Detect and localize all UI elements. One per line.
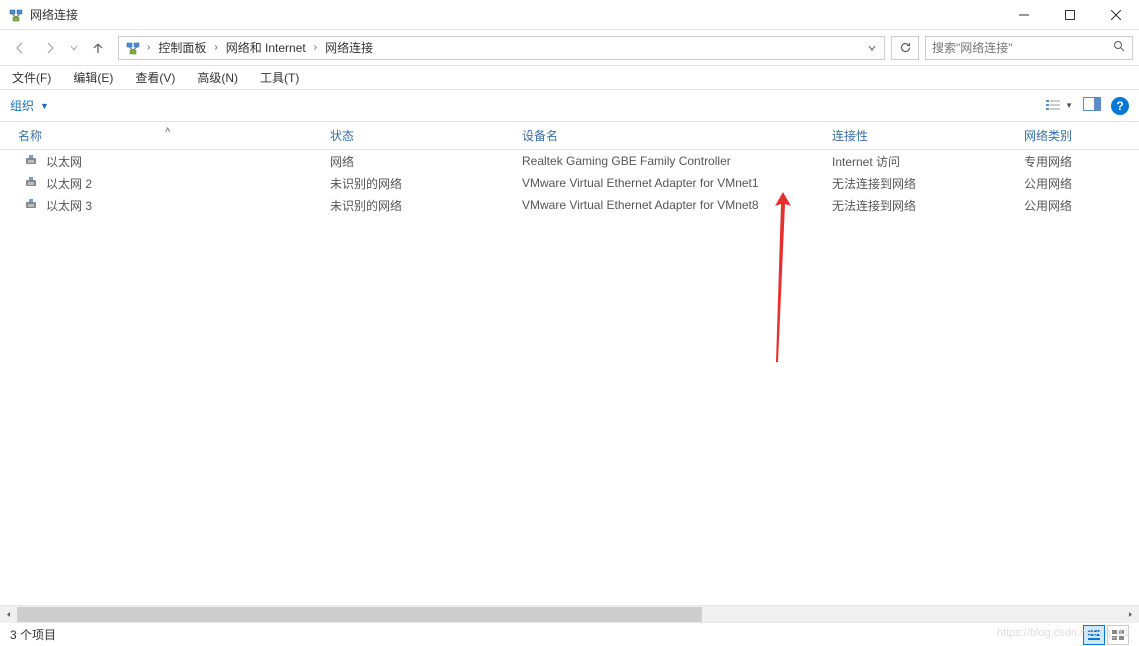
ethernet-icon (24, 154, 38, 168)
search-box[interactable] (925, 36, 1133, 60)
details-view-icon (1088, 630, 1100, 640)
scrollbar-track[interactable] (17, 606, 1122, 623)
preview-pane-icon (1083, 97, 1101, 111)
navigation-bar: › 控制面板 › 网络和 Internet › 网络连接 (0, 30, 1139, 66)
list-item[interactable]: 以太网 网络 Realtek Gaming GBE Family Control… (0, 150, 1139, 172)
close-button[interactable] (1093, 0, 1139, 29)
breadcrumb-item[interactable]: 网络和 Internet (222, 37, 310, 58)
column-header-device[interactable]: 设备名 (512, 122, 822, 149)
titlebar: 网络连接 (0, 0, 1139, 30)
item-category: 公用网络 (1014, 175, 1139, 192)
menu-view[interactable]: 查看(V) (131, 67, 179, 88)
menu-bar: 文件(F) 编辑(E) 查看(V) 高级(N) 工具(T) (0, 66, 1139, 90)
organize-label: 组织 (10, 97, 34, 114)
item-category: 公用网络 (1014, 197, 1139, 214)
view-options-button[interactable]: ▼ (1045, 99, 1073, 113)
list-item[interactable]: 以太网 2 未识别的网络 VMware Virtual Ethernet Ada… (0, 172, 1139, 194)
item-status: 网络 (320, 153, 512, 170)
forward-button[interactable] (36, 34, 64, 62)
breadcrumb-item[interactable]: 网络连接 (321, 37, 377, 58)
menu-advanced[interactable]: 高级(N) (193, 67, 242, 88)
breadcrumb-item[interactable]: 控制面板 (154, 37, 210, 58)
address-bar[interactable]: › 控制面板 › 网络和 Internet › 网络连接 (118, 36, 885, 60)
help-button[interactable]: ? (1111, 97, 1129, 115)
chevron-right-icon[interactable]: › (145, 42, 152, 53)
menu-tools[interactable]: 工具(T) (256, 67, 303, 88)
status-bar: 3 个项目 (0, 622, 1139, 646)
column-headers: ˄ 名称 状态 设备名 连接性 网络类别 (0, 122, 1139, 150)
item-device: Realtek Gaming GBE Family Controller (512, 154, 822, 168)
scroll-left-button[interactable] (0, 606, 17, 623)
search-input[interactable] (932, 41, 1113, 55)
item-status: 未识别的网络 (320, 197, 512, 214)
up-button[interactable] (84, 34, 112, 62)
refresh-button[interactable] (891, 36, 919, 60)
annotation-arrow-icon (775, 192, 795, 362)
chevron-down-icon: ▼ (40, 101, 49, 111)
item-category: 专用网络 (1014, 153, 1139, 170)
status-item-count: 3 个项目 (10, 626, 56, 643)
menu-edit[interactable]: 编辑(E) (69, 67, 117, 88)
window-controls (1001, 0, 1139, 29)
item-connectivity: 无法连接到网络 (822, 197, 1014, 214)
column-header-category[interactable]: 网络类别 (1014, 122, 1139, 149)
back-button[interactable] (6, 34, 34, 62)
ethernet-icon (24, 176, 38, 190)
network-connections-icon (8, 7, 24, 23)
menu-file[interactable]: 文件(F) (8, 67, 55, 88)
details-view-button[interactable] (1083, 625, 1105, 645)
chevron-down-icon: ▼ (1065, 101, 1073, 110)
recent-dropdown[interactable] (66, 34, 82, 62)
minimize-button[interactable] (1001, 0, 1047, 29)
column-header-status[interactable]: 状态 (320, 122, 512, 149)
large-icons-icon (1112, 630, 1124, 640)
item-status: 未识别的网络 (320, 175, 512, 192)
horizontal-scrollbar[interactable] (0, 605, 1139, 622)
item-device: VMware Virtual Ethernet Adapter for VMne… (512, 198, 822, 212)
sort-indicator-icon: ˄ (165, 125, 170, 135)
toolbar: 组织 ▼ ▼ ? (0, 90, 1139, 122)
list-item[interactable]: 以太网 3 未识别的网络 VMware Virtual Ethernet Ada… (0, 194, 1139, 216)
chevron-right-icon[interactable]: › (312, 42, 319, 53)
item-name: 以太网 3 (46, 197, 92, 214)
search-icon[interactable] (1113, 40, 1126, 56)
item-name: 以太网 2 (46, 175, 92, 192)
item-connectivity: Internet 访问 (822, 153, 1014, 170)
organize-button[interactable]: 组织 ▼ (10, 97, 49, 114)
ethernet-icon (24, 198, 38, 212)
preview-pane-button[interactable] (1083, 97, 1101, 114)
item-device: VMware Virtual Ethernet Adapter for VMne… (512, 176, 822, 190)
content-area: 以太网 网络 Realtek Gaming GBE Family Control… (0, 150, 1139, 605)
breadcrumb: › 控制面板 › 网络和 Internet › 网络连接 (145, 37, 862, 58)
scrollbar-thumb[interactable] (17, 607, 702, 622)
column-header-connectivity[interactable]: 连接性 (822, 122, 1014, 149)
item-connectivity: 无法连接到网络 (822, 175, 1014, 192)
large-icons-view-button[interactable] (1107, 625, 1129, 645)
network-connections-icon (125, 40, 141, 56)
maximize-button[interactable] (1047, 0, 1093, 29)
window-title: 网络连接 (30, 6, 1001, 23)
list-view-icon (1045, 99, 1061, 113)
scroll-right-button[interactable] (1122, 606, 1139, 623)
chevron-right-icon[interactable]: › (212, 42, 219, 53)
column-header-name[interactable]: 名称 (0, 122, 320, 149)
address-dropdown[interactable] (862, 41, 882, 55)
item-name: 以太网 (46, 153, 82, 170)
